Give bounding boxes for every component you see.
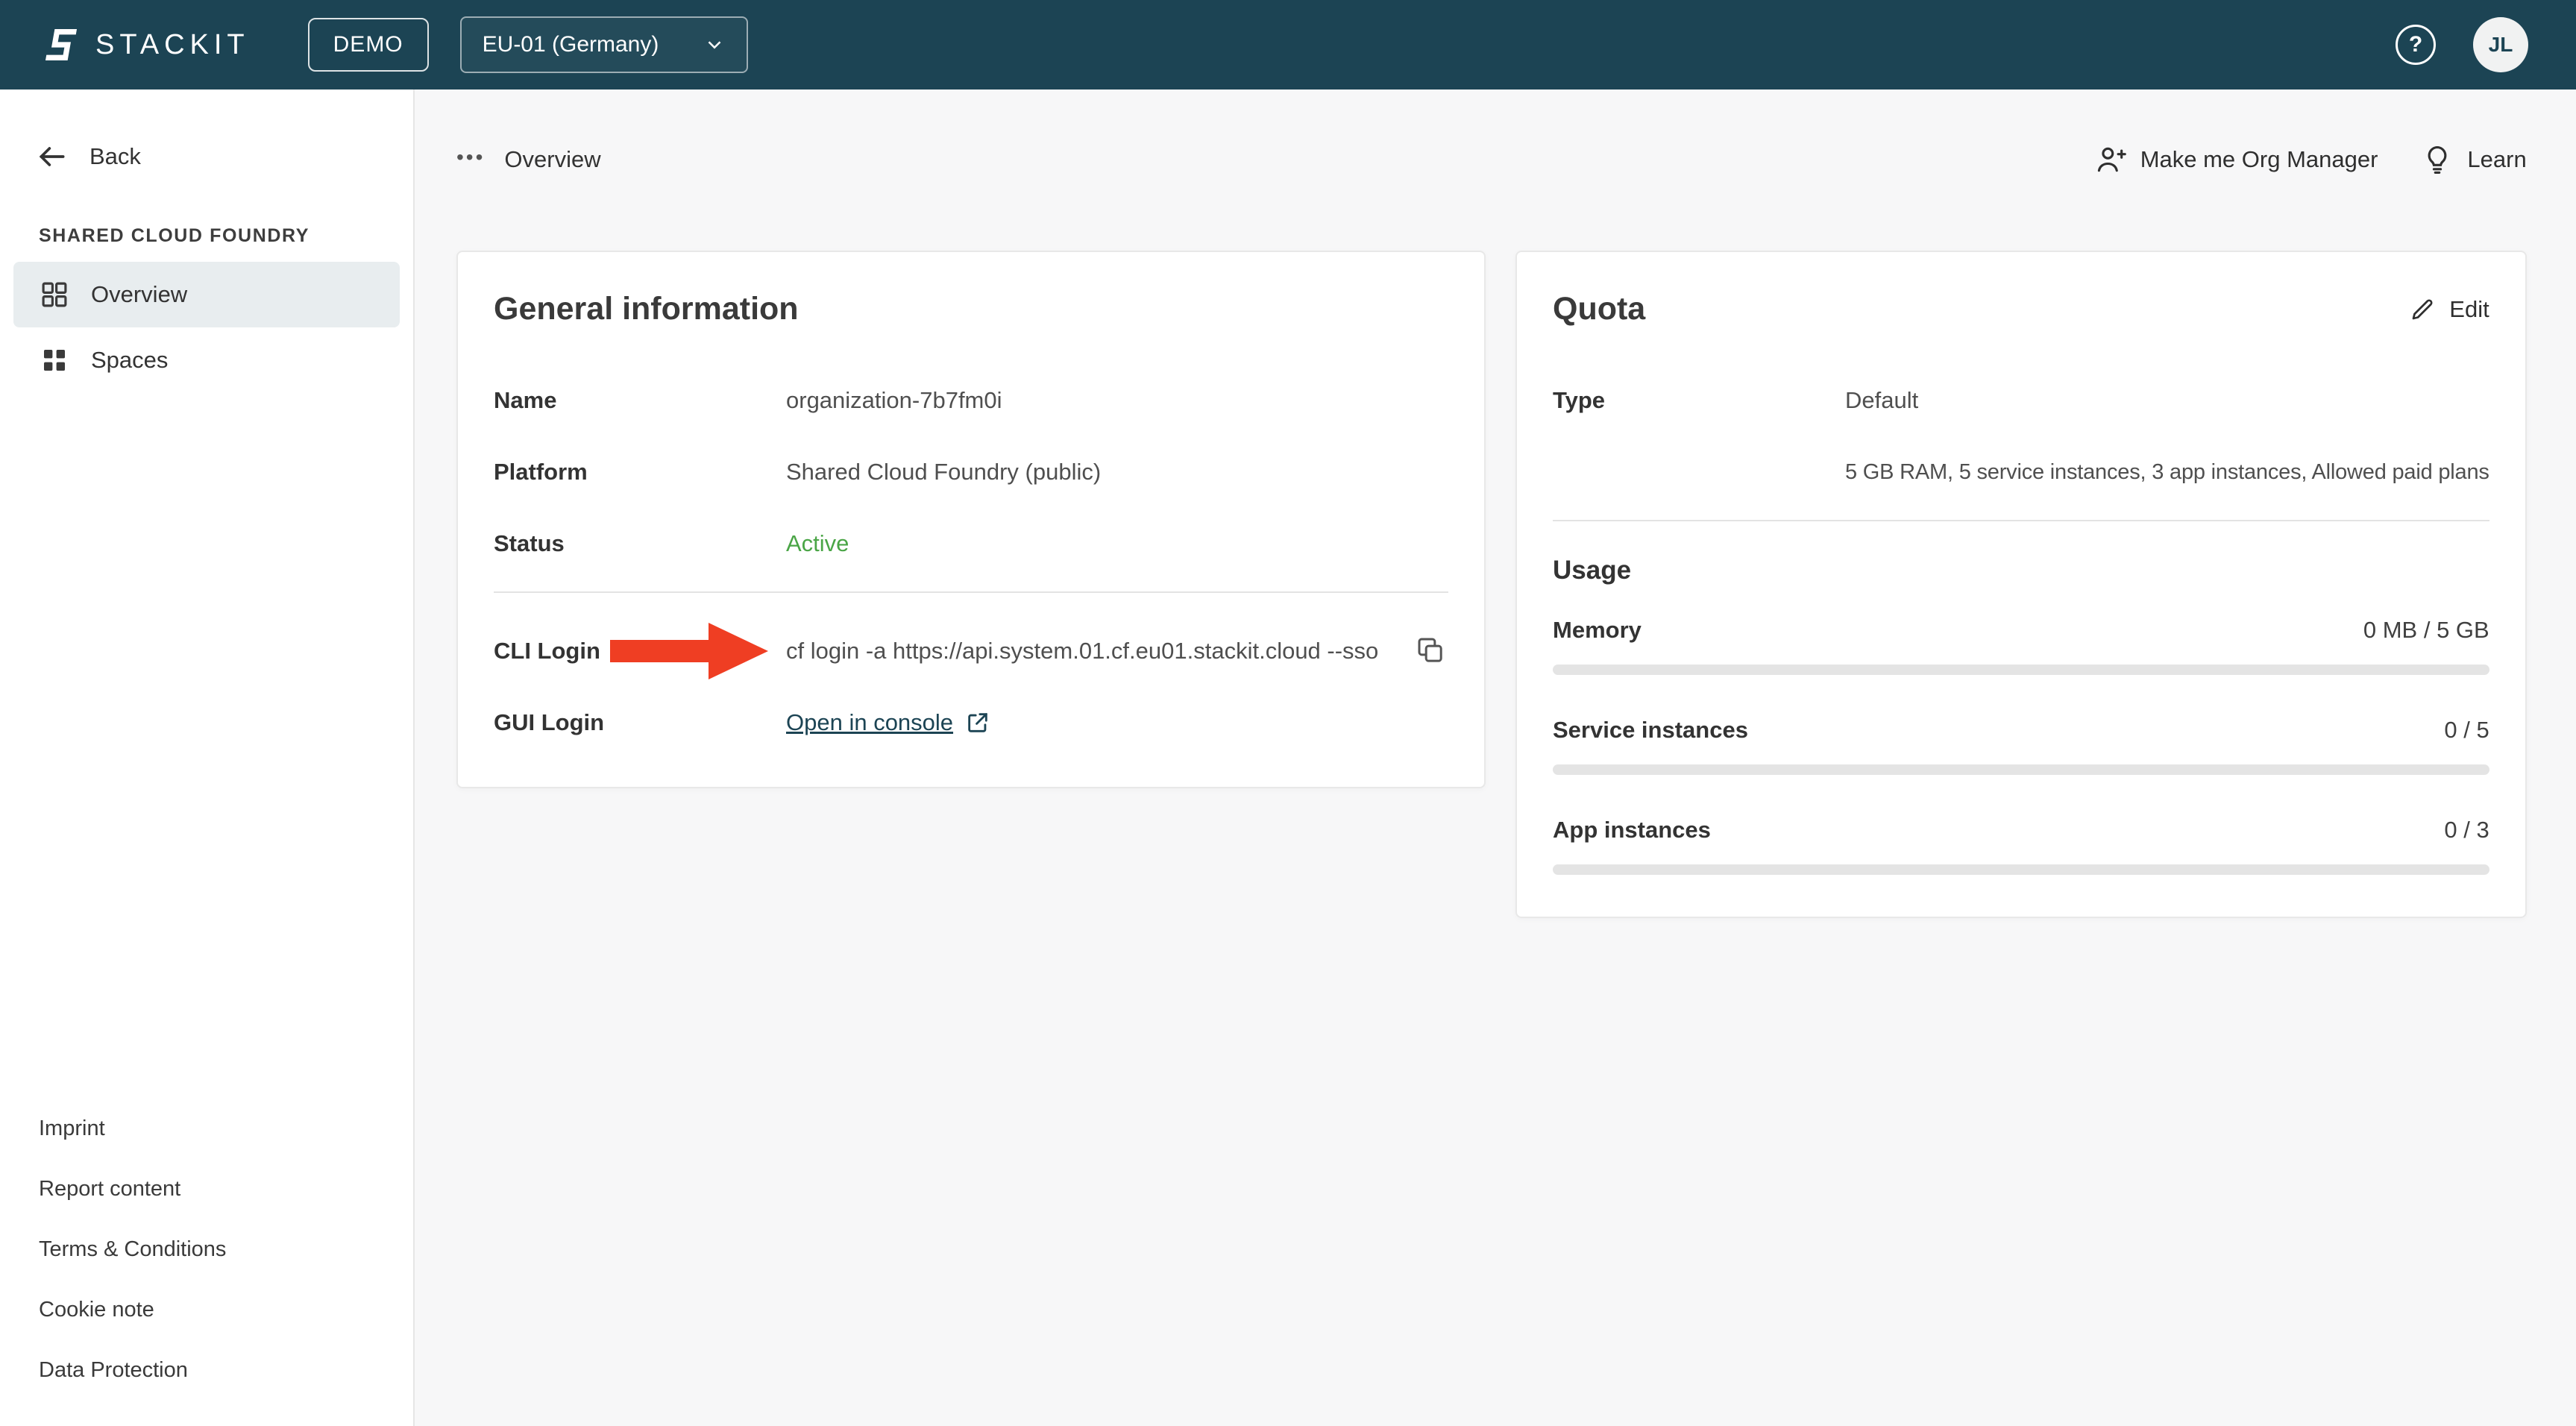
org-manager-label: Make me Org Manager xyxy=(2140,146,2378,173)
sidebar-nav: Overview Spaces xyxy=(0,262,413,393)
open-in-console-link[interactable]: Open in console xyxy=(786,709,990,736)
help-button[interactable]: ? xyxy=(2396,25,2436,65)
open-in-console-label: Open in console xyxy=(786,709,953,736)
service-instances-value: 0 / 5 xyxy=(2444,717,2489,744)
memory-label: Memory xyxy=(1553,617,1642,644)
usage-memory: Memory 0 MB / 5 GB xyxy=(1553,617,2489,675)
region-label: EU-01 (Germany) xyxy=(483,32,659,57)
stackit-logo[interactable]: STACKIT xyxy=(42,25,250,64)
sidebar-section-title: SHARED CLOUD FOUNDRY xyxy=(39,225,413,247)
region-selector[interactable]: EU-01 (Germany) xyxy=(460,16,748,73)
status-value: Active xyxy=(786,530,849,557)
quota-type-label: Type xyxy=(1553,387,1845,414)
edit-quota-button[interactable]: Edit xyxy=(2409,296,2489,323)
breadcrumb-label: Overview xyxy=(504,146,600,173)
topbar-left: STACKIT DEMO EU-01 (Germany) xyxy=(42,16,748,73)
service-instances-progress-bar xyxy=(1553,764,2489,775)
footer-link-terms[interactable]: Terms & Conditions xyxy=(39,1237,226,1262)
gui-login-row: GUI Login Open in console xyxy=(494,699,1448,747)
help-icon: ? xyxy=(2409,32,2422,57)
quota-header: Quota Edit xyxy=(1553,291,2489,327)
general-information-card: General information Name organization-7b… xyxy=(456,251,1486,788)
cli-login-row: CLI Login cf login -a https://api.system… xyxy=(494,627,1448,675)
demo-button[interactable]: DEMO xyxy=(308,18,429,72)
lightbulb-icon xyxy=(2421,143,2454,176)
usage-title: Usage xyxy=(1553,556,2489,585)
quota-details-row: 5 GB RAM, 5 service instances, 3 app ins… xyxy=(1553,448,2489,496)
card-divider xyxy=(1553,520,2489,521)
cli-command-wrap: cf login -a https://api.system.01.cf.eu0… xyxy=(786,632,1448,670)
app-instances-progress-bar xyxy=(1553,864,2489,875)
quota-type-value: Default xyxy=(1845,387,1918,414)
cli-login-label: CLI Login xyxy=(494,638,786,665)
service-instances-label: Service instances xyxy=(1553,717,1748,744)
spaces-grid-icon xyxy=(39,345,70,376)
chevron-down-icon xyxy=(703,34,726,56)
make-me-org-manager-button[interactable]: Make me Org Manager xyxy=(2094,143,2378,176)
status-label: Status xyxy=(494,530,786,557)
sidebar-item-label: Overview xyxy=(91,281,187,308)
footer-link-cookie-note[interactable]: Cookie note xyxy=(39,1298,226,1322)
status-row: Status Active xyxy=(494,520,1448,568)
name-row: Name organization-7b7fm0i xyxy=(494,377,1448,424)
app-instances-value: 0 / 3 xyxy=(2444,817,2489,844)
avatar[interactable]: JL xyxy=(2473,17,2528,72)
sidebar: Back SHARED CLOUD FOUNDRY Overview xyxy=(0,89,415,1426)
quota-details-value: 5 GB RAM, 5 service instances, 3 app ins… xyxy=(1845,460,2489,485)
general-info-title: General information xyxy=(494,291,1448,327)
app-instances-label: App instances xyxy=(1553,817,1711,844)
memory-progress-bar xyxy=(1553,665,2489,675)
external-link-icon xyxy=(965,710,990,735)
breadcrumb-menu-icon[interactable]: ••• xyxy=(456,145,485,169)
usage-service-instances: Service instances 0 / 5 xyxy=(1553,717,2489,775)
quota-card: Quota Edit Type Default 5 GB RAM, 5 serv… xyxy=(1515,251,2527,918)
back-label: Back xyxy=(89,143,141,170)
learn-label: Learn xyxy=(2467,146,2526,173)
person-plus-icon xyxy=(2094,143,2127,176)
brand-name: STACKIT xyxy=(95,29,250,61)
platform-value: Shared Cloud Foundry (public) xyxy=(786,459,1101,486)
back-button[interactable]: Back xyxy=(36,140,413,173)
usage-app-instances: App instances 0 / 3 xyxy=(1553,817,2489,875)
memory-value: 0 MB / 5 GB xyxy=(2363,617,2489,644)
sidebar-footer: Imprint Report content Terms & Condition… xyxy=(39,1116,226,1383)
sidebar-item-overview[interactable]: Overview xyxy=(13,262,400,327)
dashboard-grid-icon xyxy=(39,279,70,310)
stackit-logo-icon xyxy=(38,25,84,64)
topbar: STACKIT DEMO EU-01 (Germany) ? JL xyxy=(0,0,2576,89)
copy-button[interactable] xyxy=(1413,632,1448,670)
quota-type-row: Type Default xyxy=(1553,377,2489,424)
quota-title: Quota xyxy=(1553,291,1645,327)
edit-label: Edit xyxy=(2449,296,2489,323)
pencil-icon xyxy=(2409,296,2436,323)
platform-row: Platform Shared Cloud Foundry (public) xyxy=(494,448,1448,496)
name-label: Name xyxy=(494,387,786,414)
footer-link-report-content[interactable]: Report content xyxy=(39,1177,226,1202)
copy-icon xyxy=(1416,635,1445,665)
sidebar-item-label: Spaces xyxy=(91,347,168,374)
gui-login-label: GUI Login xyxy=(494,709,786,736)
cli-command: cf login -a https://api.system.01.cf.eu0… xyxy=(786,638,1378,665)
footer-link-imprint[interactable]: Imprint xyxy=(39,1116,226,1141)
page-header: ••• Overview Make me Org Manager xyxy=(456,142,2527,178)
sidebar-item-spaces[interactable]: Spaces xyxy=(13,327,400,393)
card-divider xyxy=(494,591,1448,593)
topbar-right: ? JL xyxy=(2396,17,2528,72)
name-value: organization-7b7fm0i xyxy=(786,387,1002,414)
platform-label: Platform xyxy=(494,459,786,486)
main-content: ••• Overview Make me Org Manager xyxy=(415,89,2576,1426)
cards-row: General information Name organization-7b… xyxy=(456,251,2527,918)
learn-button[interactable]: Learn xyxy=(2421,143,2526,176)
header-actions: Make me Org Manager Learn xyxy=(2094,143,2527,176)
arrow-left-icon xyxy=(36,140,69,173)
breadcrumb[interactable]: ••• Overview xyxy=(456,146,601,173)
footer-link-data-protection[interactable]: Data Protection xyxy=(39,1358,226,1383)
